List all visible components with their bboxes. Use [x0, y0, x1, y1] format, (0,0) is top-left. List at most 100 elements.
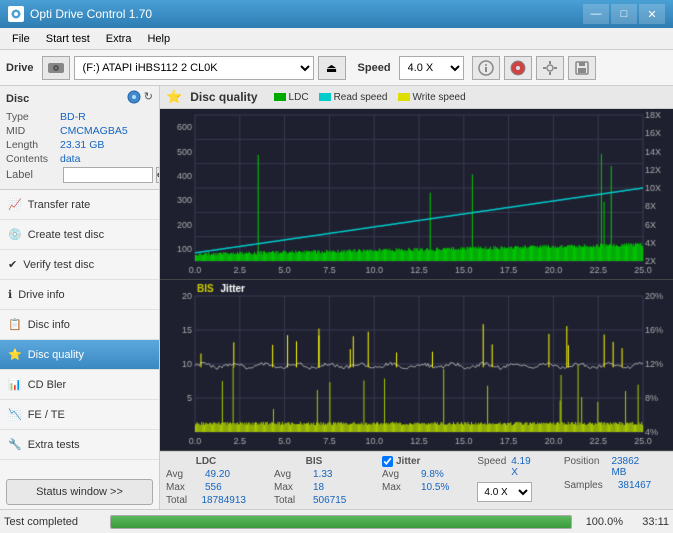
right-panel: ⭐ Disc quality LDC Read speed Write spee… [160, 86, 673, 509]
disc-contents-key: Contents [6, 153, 60, 165]
title-bar: Opti Drive Control 1.70 — □ ✕ [0, 0, 673, 28]
bis-stats: BIS Avg 1.33 Max 18 Total 506715 [274, 456, 354, 506]
jitter-max-val: 10.5% [421, 482, 449, 493]
legend-ldc-color [274, 93, 286, 101]
jitter-checkbox[interactable] [382, 456, 393, 467]
app-title: Opti Drive Control 1.70 [30, 7, 152, 21]
progress-percentage: 100.0% [578, 516, 623, 528]
menu-help[interactable]: Help [139, 28, 178, 49]
maximize-button[interactable]: □ [611, 4, 637, 24]
nav-create-test-disc[interactable]: 💿 Create test disc [0, 220, 159, 250]
progress-bar [110, 515, 572, 529]
speed-label: Speed [358, 62, 391, 74]
nav-items: 📈 Transfer rate 💿 Create test disc ✔ Ver… [0, 190, 159, 460]
bis-total-label: Total [274, 495, 309, 506]
legend-ldc-label: LDC [289, 92, 309, 103]
drive-info-icon: ℹ [8, 288, 12, 301]
extra-tests-icon: 🔧 [8, 438, 22, 451]
bis-avg-label: Avg [274, 469, 309, 480]
nav-drive-info-label: Drive info [18, 289, 64, 301]
nav-cd-bler[interactable]: 📊 CD Bler [0, 370, 159, 400]
disc-contents-val: data [60, 153, 80, 165]
ldc-total-label: Total [166, 495, 198, 506]
disc-mid-val: CMCMAGBA5 [60, 125, 128, 137]
disc-info-icon: 📋 [8, 318, 22, 331]
minimize-button[interactable]: — [583, 4, 609, 24]
jitter-avg-val: 9.8% [421, 469, 444, 480]
ldc-chart [160, 109, 673, 279]
window-controls: — □ ✕ [583, 4, 665, 24]
save-button[interactable] [568, 56, 596, 80]
speed-section-val: 4.19 X [511, 456, 536, 478]
progress-time: 33:11 [629, 516, 669, 528]
nav-fe-te[interactable]: 📉 FE / TE [0, 400, 159, 430]
close-button[interactable]: ✕ [639, 4, 665, 24]
menu-bar: File Start test Extra Help [0, 28, 673, 50]
speed-select[interactable]: 4.0 X [399, 56, 464, 80]
ldc-total-val: 18784913 [202, 495, 247, 506]
sidebar: Disc ↻ Type BD-R MID CMCMAGBA5 Length 23… [0, 86, 160, 509]
speed-section-label: Speed [477, 456, 507, 478]
position-section: Position 23862 MB Samples 381467 [564, 456, 651, 491]
menu-file[interactable]: File [4, 28, 38, 49]
speed-section: Speed 4.19 X 4.0 X 8.0 X MAX [477, 456, 535, 502]
disc-quality-header: ⭐ Disc quality LDC Read speed Write spee… [160, 86, 673, 109]
ldc-chart-container [160, 109, 673, 280]
disc-length-key: Length [6, 139, 60, 151]
status-text: Test completed [4, 516, 104, 528]
bis-max-val: 18 [313, 482, 324, 493]
nav-extra-tests[interactable]: 🔧 Extra tests [0, 430, 159, 460]
menu-start-test[interactable]: Start test [38, 28, 98, 49]
disc-label-input[interactable] [63, 167, 153, 183]
progress-bar-fill [111, 516, 571, 528]
nav-disc-quality[interactable]: ⭐ Disc quality [0, 340, 159, 370]
transfer-rate-icon: 📈 [8, 198, 22, 211]
charts-area [160, 109, 673, 451]
disc-type-key: Type [6, 111, 60, 123]
nav-fe-te-label: FE / TE [28, 409, 65, 421]
disc-button[interactable] [504, 56, 532, 80]
nav-drive-info[interactable]: ℹ Drive info [0, 280, 159, 310]
ldc-avg-val: 49.20 [205, 469, 230, 480]
status-bar: Test completed 100.0% 33:11 [0, 509, 673, 533]
ldc-stats-header: LDC [166, 456, 246, 467]
position-val: 23862 MB [611, 456, 651, 478]
create-test-disc-icon: 💿 [8, 228, 22, 241]
legend-ldc: LDC [274, 92, 309, 103]
legend-write-speed-label: Write speed [413, 92, 466, 103]
disc-label-key: Label [6, 169, 60, 181]
ldc-max-val: 556 [205, 482, 222, 493]
disc-refresh-icon[interactable]: ↻ [144, 90, 153, 107]
menu-extra[interactable]: Extra [98, 28, 140, 49]
nav-disc-info[interactable]: 📋 Disc info [0, 310, 159, 340]
drive-select[interactable]: (F:) ATAPI iHBS112 2 CL0K [74, 56, 314, 80]
ldc-avg-label: Avg [166, 469, 201, 480]
nav-transfer-rate[interactable]: 📈 Transfer rate [0, 190, 159, 220]
jitter-stats: Jitter Avg 9.8% Max 10.5% [382, 456, 449, 493]
jitter-header-label: Jitter [396, 456, 420, 467]
disc-type-val: BD-R [60, 111, 86, 123]
bis-chart-container [160, 280, 673, 451]
info-button[interactable] [472, 56, 500, 80]
bis-total-val: 506715 [313, 495, 346, 506]
legend-write-speed-color [398, 93, 410, 101]
app-icon [8, 6, 24, 22]
nav-verify-test-disc[interactable]: ✔ Verify test disc [0, 250, 159, 280]
nav-extra-tests-label: Extra tests [28, 439, 80, 451]
chart-legend: LDC Read speed Write speed [274, 92, 466, 103]
nav-disc-info-label: Disc info [28, 319, 70, 331]
samples-val: 381467 [618, 480, 651, 491]
ldc-max-label: Max [166, 482, 201, 493]
status-window-button[interactable]: Status window >> [6, 479, 153, 505]
nav-create-test-disc-label: Create test disc [28, 229, 104, 241]
nav-cd-bler-label: CD Bler [28, 379, 67, 391]
legend-read-speed-label: Read speed [334, 92, 388, 103]
settings-button[interactable] [536, 56, 564, 80]
disc-panel-icon[interactable] [127, 90, 141, 107]
main-content: Disc ↻ Type BD-R MID CMCMAGBA5 Length 23… [0, 86, 673, 509]
samples-label: Samples [564, 480, 614, 491]
eject-button[interactable]: ⏏ [318, 56, 346, 80]
drive-icon [42, 56, 70, 80]
bis-avg-val: 1.33 [313, 469, 332, 480]
speed-select-sm[interactable]: 4.0 X 8.0 X MAX [477, 482, 532, 502]
